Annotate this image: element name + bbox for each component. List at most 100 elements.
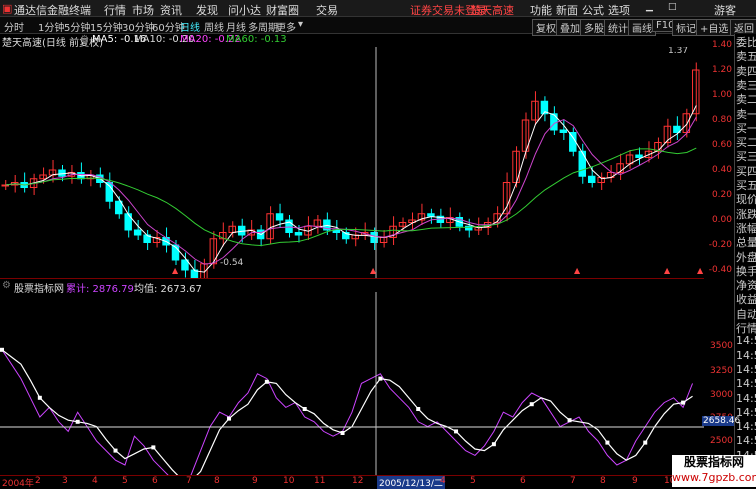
period-weekly[interactable]: 周线 [204,19,224,34]
app-title: 通达信金融终端 [14,4,91,17]
x-tick: 9 [632,476,638,486]
x-tick: 5 [470,476,476,486]
event-marker-icon: ▲ [574,266,581,275]
ma60-value: MA60: -0.13 [226,34,287,45]
menu-news[interactable]: 资讯 [160,2,182,18]
signal-dot [454,429,459,434]
x-tick: 8 [600,476,606,486]
indicator-line-slow [1,349,693,475]
menu-formula[interactable]: 公式 [582,2,604,18]
menu-market[interactable]: 市场 [132,2,154,18]
candle-body [209,238,218,265]
menu-options[interactable]: 选项 [608,2,630,18]
settings-icon[interactable]: ⚙ [2,280,11,291]
restore-icon[interactable]: □ [668,2,677,12]
x-tick: 5 [122,476,128,486]
x-tick: 7 [570,476,576,486]
high-marker: 1.37 [668,47,688,56]
period-5min[interactable]: 5分钟 [64,19,90,34]
period-toolbar: 分时 1分钟 5分钟 15分钟 30分钟 60分钟 日线 周线 月线 多周期 更… [0,17,756,36]
side-panel-item: 14:56 [736,377,756,391]
app-logo-icon: ▣ [2,2,13,15]
y-tick: 0.80 [711,115,732,125]
stock-name-notice: 楚天高速 [470,4,514,17]
y-tick: 0.60 [711,140,732,150]
signal-dot [378,376,383,381]
event-marker-icon: ▲ [172,266,179,275]
menu-discover[interactable]: 发现 [196,2,218,18]
period-multi[interactable]: 多周期 [248,19,278,34]
period-15min[interactable]: 15分钟 [90,19,123,34]
x-tick: 2 [35,476,41,486]
candle-body [115,200,123,215]
event-marker-icon: ▲ [664,266,671,275]
period-more[interactable]: 更多 [276,19,296,34]
x-tick: 6 [520,476,526,486]
indicator-chart[interactable] [0,292,734,475]
low-marker: -0.54 [220,258,244,268]
price-axis: 1.40 1.20 1.00 0.80 0.60 0.40 0.20 0.00 … [704,34,734,278]
menu-wealth[interactable]: 财富圈 [266,2,299,18]
x-tick: 8 [214,476,220,486]
menu-ask[interactable]: 问小达 [228,2,261,18]
indicator-header: ⚙ 股票指标网 累计: 2876.79 均值: 2673.67 [0,278,704,295]
chevron-down-icon[interactable]: ▾ [298,19,303,30]
x-tick: 7 [186,476,192,486]
y-tick: 2500 [710,436,733,446]
signal-dot [227,416,232,421]
event-marker-icon: ▲ [370,266,377,275]
y-tick: 3500 [710,341,733,351]
x-tick: 4 [440,476,446,486]
minimize-icon[interactable]: ▁ [646,2,653,12]
candle-body [569,132,577,152]
menu-quotes[interactable]: 行情 [104,2,126,18]
signal-dot [529,402,534,407]
candle-body [275,213,284,221]
menu-new-face[interactable]: 新面 [556,2,578,18]
y-tick: 1.00 [711,90,732,100]
menu-function[interactable]: 功能 [530,2,552,18]
signal-dot [302,407,307,411]
y-tick: 3250 [710,366,733,376]
signal-dot [113,448,118,453]
y-tick: 0.40 [711,165,732,175]
indicator-line-fast [1,349,694,475]
candle-body [133,229,142,236]
y-tick: 0.20 [711,190,732,200]
side-panel-item: 14:56 [736,391,756,405]
signal-dot [643,440,648,445]
signal-dot [681,400,686,405]
candle-body [294,232,303,236]
period-daily[interactable]: 日线 [180,19,200,34]
x-tick: 2004年 [2,479,34,489]
menu-trade[interactable]: 交易 [316,2,338,18]
event-marker-icon: ▲ [697,266,704,275]
candle-body [635,154,643,158]
signal-dot [567,418,572,423]
period-1min[interactable]: 1分钟 [38,19,64,34]
watermark-logo: 股票指标网 www.7gpzb.com [672,455,756,487]
period-30min[interactable]: 30分钟 [122,19,155,34]
current-value-label: 2658.46 [702,416,741,426]
y-tick: -0.20 [708,240,732,250]
candle-body [124,213,132,231]
candle-body [228,225,236,233]
y-tick: 1.40 [711,40,732,50]
period-tick[interactable]: 分时 [4,19,24,34]
candle-body [427,213,435,217]
period-monthly[interactable]: 月线 [226,19,246,34]
side-panel-item: 14:56 [736,348,756,362]
candle-body [181,259,189,271]
signal-dot [416,407,421,411]
x-tick: 6 [152,476,158,486]
settings-icon[interactable]: ⚙ [80,34,89,45]
x-tick: 10 [283,476,295,486]
signal-dot [264,379,269,384]
x-tick: 4 [92,476,98,486]
signal-dot [491,442,496,447]
watermark-url: www.7gpzb.com [672,471,756,484]
x-tick: 2005/12/13/二 [377,476,445,489]
guest-label[interactable]: 游客 [714,2,736,18]
candlestick-chart[interactable]: -0.54 1.37 ▲ ▲ ▲ ▲ ▲ [0,47,704,278]
x-tick: 11 [314,476,326,486]
